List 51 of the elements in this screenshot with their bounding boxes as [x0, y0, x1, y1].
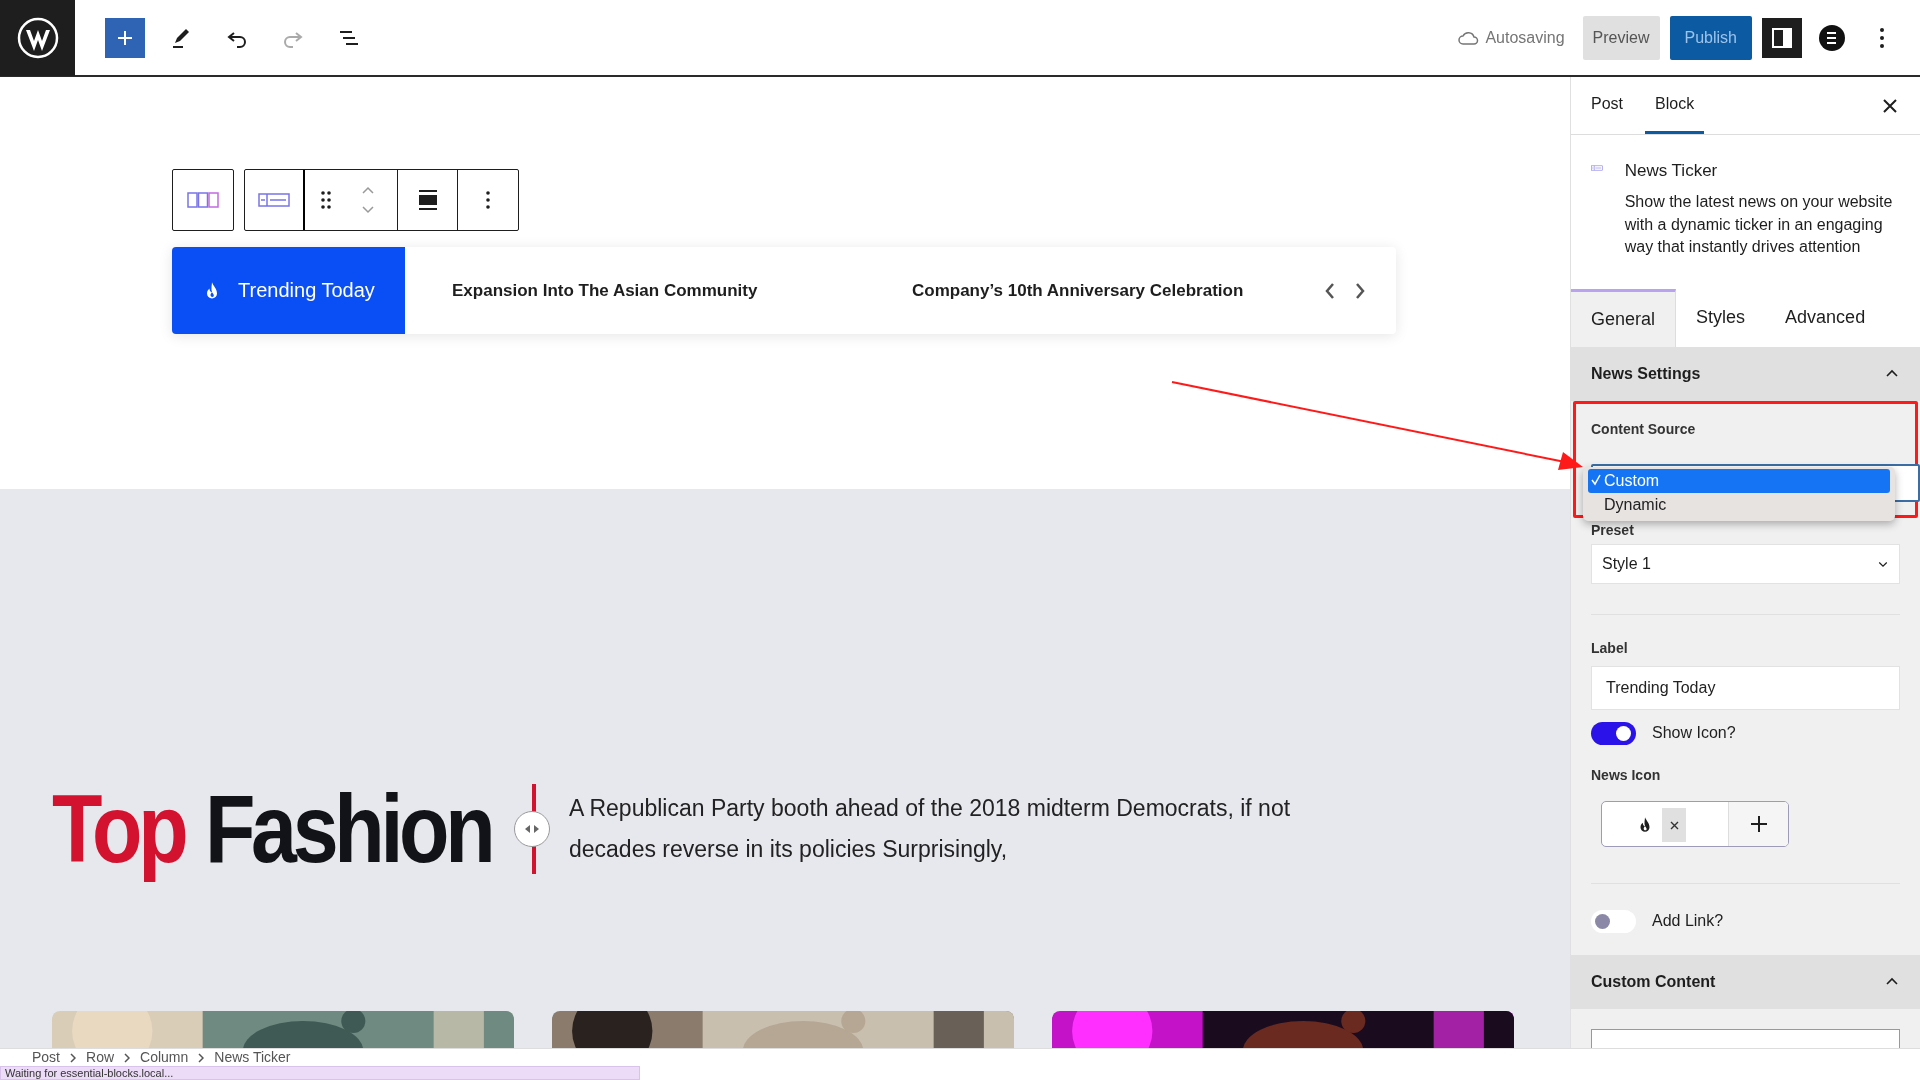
next-icon[interactable]: [1354, 281, 1366, 300]
plus-icon: [1749, 814, 1768, 833]
section-title: News Settings: [1591, 364, 1701, 383]
ticker-label-text: Trending Today: [238, 279, 375, 302]
add-icon-button[interactable]: [1728, 801, 1788, 846]
section-header[interactable]: News Settings: [1571, 346, 1920, 401]
intro-paragraph: A Republican Party booth ahead of the 2018 midterm Democrats, if not decades reverse in its policies Surprisingly,: [569, 794, 1292, 864]
field-label: Label: [1591, 639, 1629, 656]
sidebar-toggle-icon[interactable]: [1762, 17, 1802, 58]
previous-icon[interactable]: [1324, 281, 1336, 300]
remove-icon-button[interactable]: [1662, 807, 1686, 842]
breadcrumb-item[interactable]: News Ticker: [214, 1049, 291, 1066]
toggle-label: Add Link?: [1652, 912, 1724, 931]
toggle-label: Show Icon?: [1652, 724, 1736, 743]
preset-select[interactable]: Style 1: [1591, 543, 1900, 584]
breadcrumb-item[interactable]: Post: [32, 1049, 60, 1066]
ticker-headline[interactable]: Expansion Into The Asian Community: [452, 280, 832, 301]
heading-word: Fashion: [204, 774, 492, 884]
heading-word: Top: [52, 774, 185, 884]
add-block-button[interactable]: [105, 17, 145, 58]
close-icon: [1669, 820, 1679, 830]
toggle-switch[interactable]: [1591, 909, 1636, 933]
cloud-icon: [1457, 29, 1480, 46]
preview-button[interactable]: Preview: [1582, 15, 1660, 60]
publish-button[interactable]: Publish: [1669, 15, 1752, 60]
block-name: News Ticker: [1624, 161, 1719, 181]
label-input[interactable]: Trending Today: [1591, 665, 1900, 710]
dropdown-option[interactable]: Dynamic: [1588, 492, 1890, 517]
check-icon: [1591, 473, 1601, 486]
chevron-right-icon: [70, 1052, 76, 1063]
block-description: Show the latest news on your website with a dynamic ticker in an engaging way that instantly drives attention: [1624, 192, 1894, 257]
sidebar-tab[interactable]: Post: [1581, 77, 1633, 134]
chevron-right-icon: [124, 1052, 131, 1063]
field-label: Preset: [1591, 521, 1635, 538]
toggle-switch[interactable]: [1591, 721, 1636, 745]
section-header[interactable]: Custom Content: [1571, 954, 1920, 1009]
panel-tab[interactable]: General: [1571, 288, 1677, 347]
wordpress-logo[interactable]: [16, 16, 59, 59]
breadcrumb-item[interactable]: Row: [86, 1049, 115, 1066]
ticker-headline[interactable]: Company’s 10th Anniversary Celebration: [912, 280, 1312, 301]
panel-tab[interactable]: Advanced: [1765, 288, 1886, 347]
chevron-right-icon: [198, 1052, 205, 1063]
panel-tab[interactable]: Styles: [1676, 288, 1766, 347]
section-title: Custom Content: [1591, 972, 1716, 991]
breadcrumb-item[interactable]: Column: [140, 1049, 189, 1066]
field-label: News Icon: [1591, 766, 1662, 783]
dropdown-option[interactable]: Custom: [1588, 468, 1890, 493]
status-tooltip: Waiting for essential-blocks.local...: [0, 1066, 640, 1080]
resize-handle[interactable]: [514, 811, 550, 847]
autosave-status: Autosaving: [1485, 28, 1565, 47]
field-label: Content Source: [1591, 420, 1697, 437]
